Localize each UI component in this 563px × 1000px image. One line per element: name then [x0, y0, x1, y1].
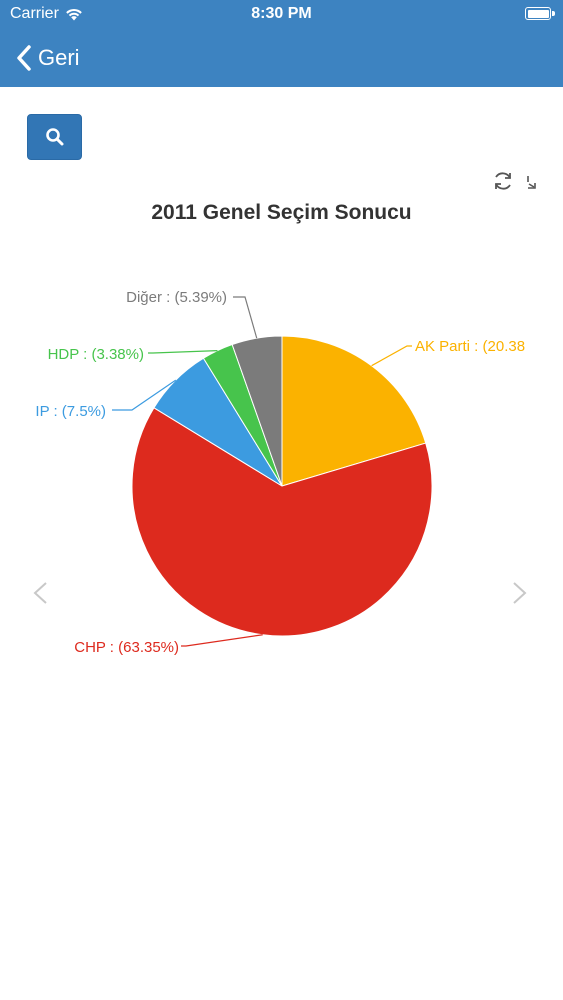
- clock: 8:30 PM: [251, 5, 312, 22]
- back-button[interactable]: Geri: [16, 40, 80, 76]
- slice-leader-line: [233, 296, 258, 339]
- search-button[interactable]: [27, 114, 82, 160]
- slice-label: HDP : (3.38%): [48, 346, 144, 363]
- slice-label: CHP : (63.35%): [74, 639, 179, 656]
- back-button-label: Geri: [38, 45, 80, 70]
- prev-chart-arrow[interactable]: [30, 580, 50, 606]
- slice-leader-line: [371, 345, 412, 367]
- battery-icon: [525, 7, 555, 20]
- slice-label: IP : (7.5%): [35, 403, 106, 420]
- next-chart-arrow[interactable]: [510, 580, 530, 606]
- slice-leader-line: [148, 349, 218, 354]
- slice-leader-line: [181, 634, 263, 647]
- chart-area: 2011 Genel Seçim Sonucu AK Parti : (20.3…: [0, 160, 563, 680]
- pie-chart: AK Parti : (20.38 CHP : (63.35%) IP : (7.5…: [35, 289, 525, 656]
- slice-label: Diğer : (5.39%): [126, 289, 227, 306]
- chevron-left-icon: [17, 45, 31, 71]
- status-bar: Carrier 8:30 PM: [0, 0, 563, 30]
- slice-label: AK Parti : (20.38: [415, 338, 525, 355]
- search-icon: [45, 128, 63, 146]
- nav-bar: Geri: [0, 30, 563, 87]
